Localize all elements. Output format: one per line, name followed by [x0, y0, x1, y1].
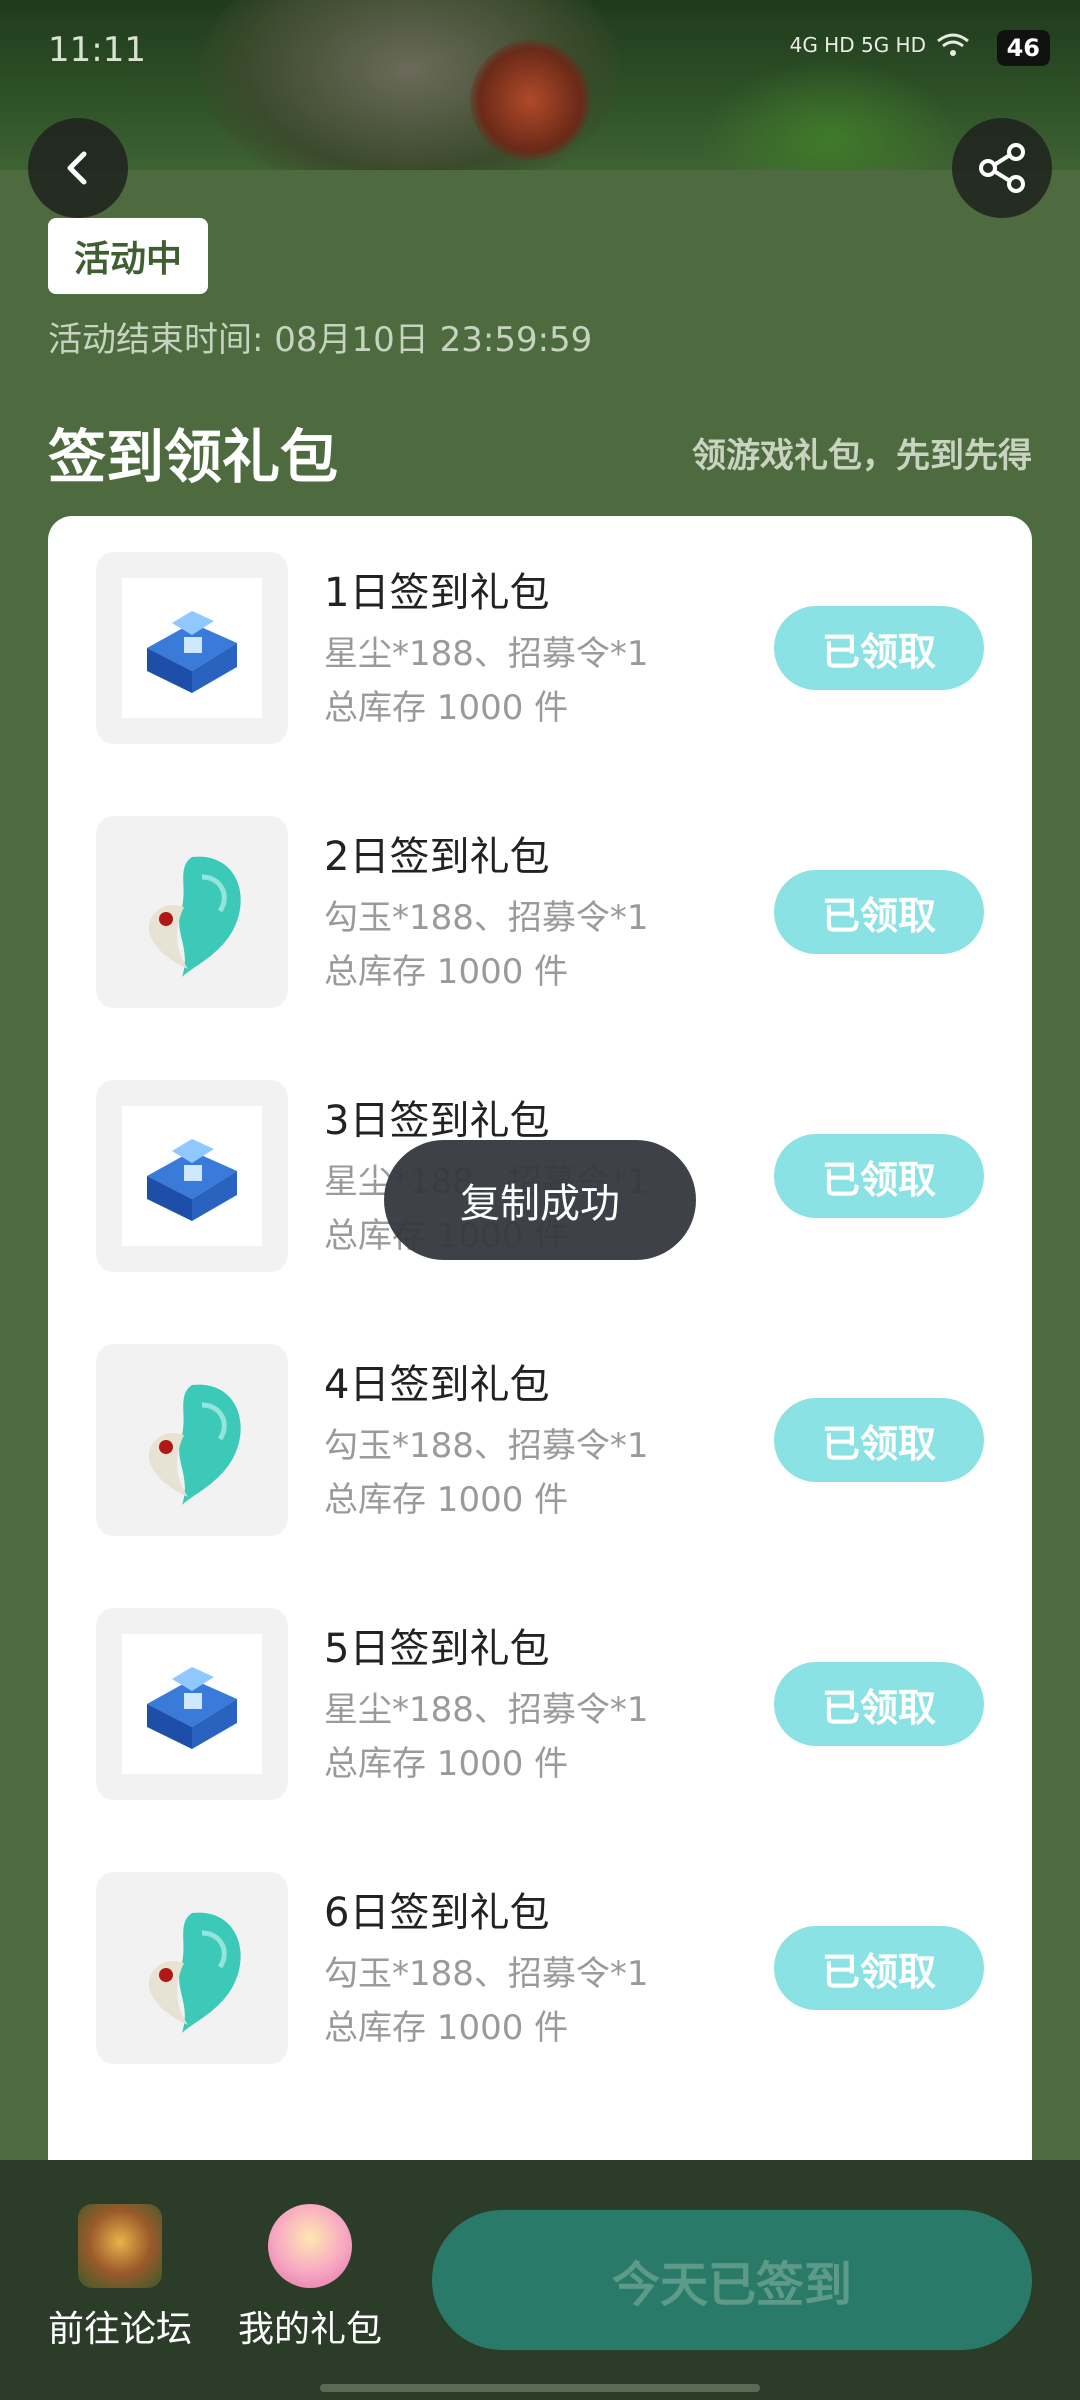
gift-name: 4日签到礼包 [324, 1362, 550, 1408]
claimed-button[interactable]: 已领取 [774, 1398, 984, 1482]
chevron-left-icon [67, 151, 87, 185]
my-gifts-avatar-icon [268, 2204, 352, 2288]
gift-name: 3日签到礼包 [324, 1098, 550, 1144]
gift-description: 勾玉*188、招募令*1 [324, 1426, 649, 1466]
jade-magatama-icon [148, 1912, 241, 2033]
share-button[interactable] [952, 118, 1052, 218]
gift-list-card: 1日签到礼包 星尘*188、招募令*1 总库存 1000 件已领取 2日签到礼包 勾玉*… [48, 516, 1032, 2256]
activity-status-badge: 活动中 [48, 218, 209, 294]
claimed-button[interactable]: 已领取 [774, 1662, 984, 1746]
forum-game-icon [78, 2204, 162, 2288]
claimed-button[interactable]: 已领取 [774, 870, 984, 954]
gift-stock: 总库存 1000 件 [324, 688, 569, 728]
my-gifts-nav-label: 我的礼包 [237, 2309, 382, 2350]
section-title: 签到领礼包 [48, 423, 339, 491]
status-icons: 4G HD 5G HD [790, 32, 970, 58]
gift-thumbnail [96, 1344, 288, 1536]
banner-foliage [700, 60, 960, 170]
gift-name: 2日签到礼包 [324, 834, 550, 880]
gift-description: 勾玉*188、招募令*1 [324, 898, 649, 938]
blue-chest-icon [122, 1634, 262, 1774]
bottom-bar: 前往论坛 我的礼包 今天已签到 [0, 2160, 1080, 2400]
blue-chest-icon [122, 1106, 262, 1246]
gift-stock: 总库存 1000 件 [324, 1744, 569, 1784]
gift-item[interactable]: 2日签到礼包勾玉*188、招募令*1 总库存 1000 件 已领取 [48, 780, 1032, 1044]
jade-magatama-icon [148, 1384, 241, 1505]
gift-thumbnail [96, 1872, 288, 2064]
blue-chest-icon [122, 578, 262, 718]
gift-item[interactable]: 5日签到礼包星尘*188、招募令*1 总库存 1000 件 已领取 [48, 1572, 1032, 1836]
activity-end-time: 活动结束时间: 08月10日 23:59:59 [48, 320, 593, 360]
claimed-button[interactable]: 已领取 [774, 1926, 984, 2010]
gift-name: 5日签到礼包 [324, 1626, 550, 1672]
gift-thumbnail [96, 1080, 288, 1272]
status-time: 11:11 [48, 30, 146, 70]
gift-item[interactable]: 4日签到礼包勾玉*188、招募令*1 总库存 1000 件 已领取 [48, 1308, 1032, 1572]
gift-description: 星尘*188、招募令*1 [324, 1690, 649, 1730]
section-subtitle: 领游戏礼包，先到先得 [692, 436, 1032, 476]
gift-description: 星尘*188、招募令*1 [324, 634, 649, 674]
gift-name: 1日签到礼包 [324, 570, 550, 616]
gift-stock: 总库存 1000 件 [324, 952, 569, 992]
signed-today-button[interactable]: 今天已签到 [432, 2210, 1032, 2350]
gift-thumbnail [96, 1608, 288, 1800]
claimed-button[interactable]: 已领取 [774, 1134, 984, 1218]
forum-nav-button[interactable]: 前往论坛 [20, 2204, 220, 2352]
gift-thumbnail [96, 552, 288, 744]
jade-magatama-icon [148, 856, 241, 977]
share-icon [979, 143, 1025, 193]
gift-name: 6日签到礼包 [324, 1890, 550, 1936]
banner-ornament [470, 40, 590, 160]
gift-stock: 总库存 1000 件 [324, 1480, 569, 1520]
battery-indicator: 46 [996, 30, 1050, 66]
my-gifts-nav-button[interactable]: 我的礼包 [210, 2204, 410, 2352]
forum-nav-label: 前往论坛 [47, 2309, 192, 2350]
gift-description: 勾玉*188、招募令*1 [324, 1954, 649, 1994]
gift-item[interactable]: 6日签到礼包勾玉*188、招募令*1 总库存 1000 件 已领取 [48, 1836, 1032, 2100]
network-label: 4G HD 5G HD [789, 33, 926, 57]
home-indicator[interactable] [320, 2384, 760, 2392]
header-banner: 11:11 4G HD 5G HD 46 [0, 0, 1080, 170]
claimed-button[interactable]: 已领取 [774, 606, 984, 690]
toast-message: 复制成功 [384, 1140, 696, 1260]
wifi-icon [937, 33, 969, 56]
gift-thumbnail [96, 816, 288, 1008]
gift-item[interactable]: 1日签到礼包星尘*188、招募令*1 总库存 1000 件 已领取 [48, 516, 1032, 780]
back-button[interactable] [28, 118, 128, 218]
gift-stock: 总库存 1000 件 [324, 2008, 569, 2048]
